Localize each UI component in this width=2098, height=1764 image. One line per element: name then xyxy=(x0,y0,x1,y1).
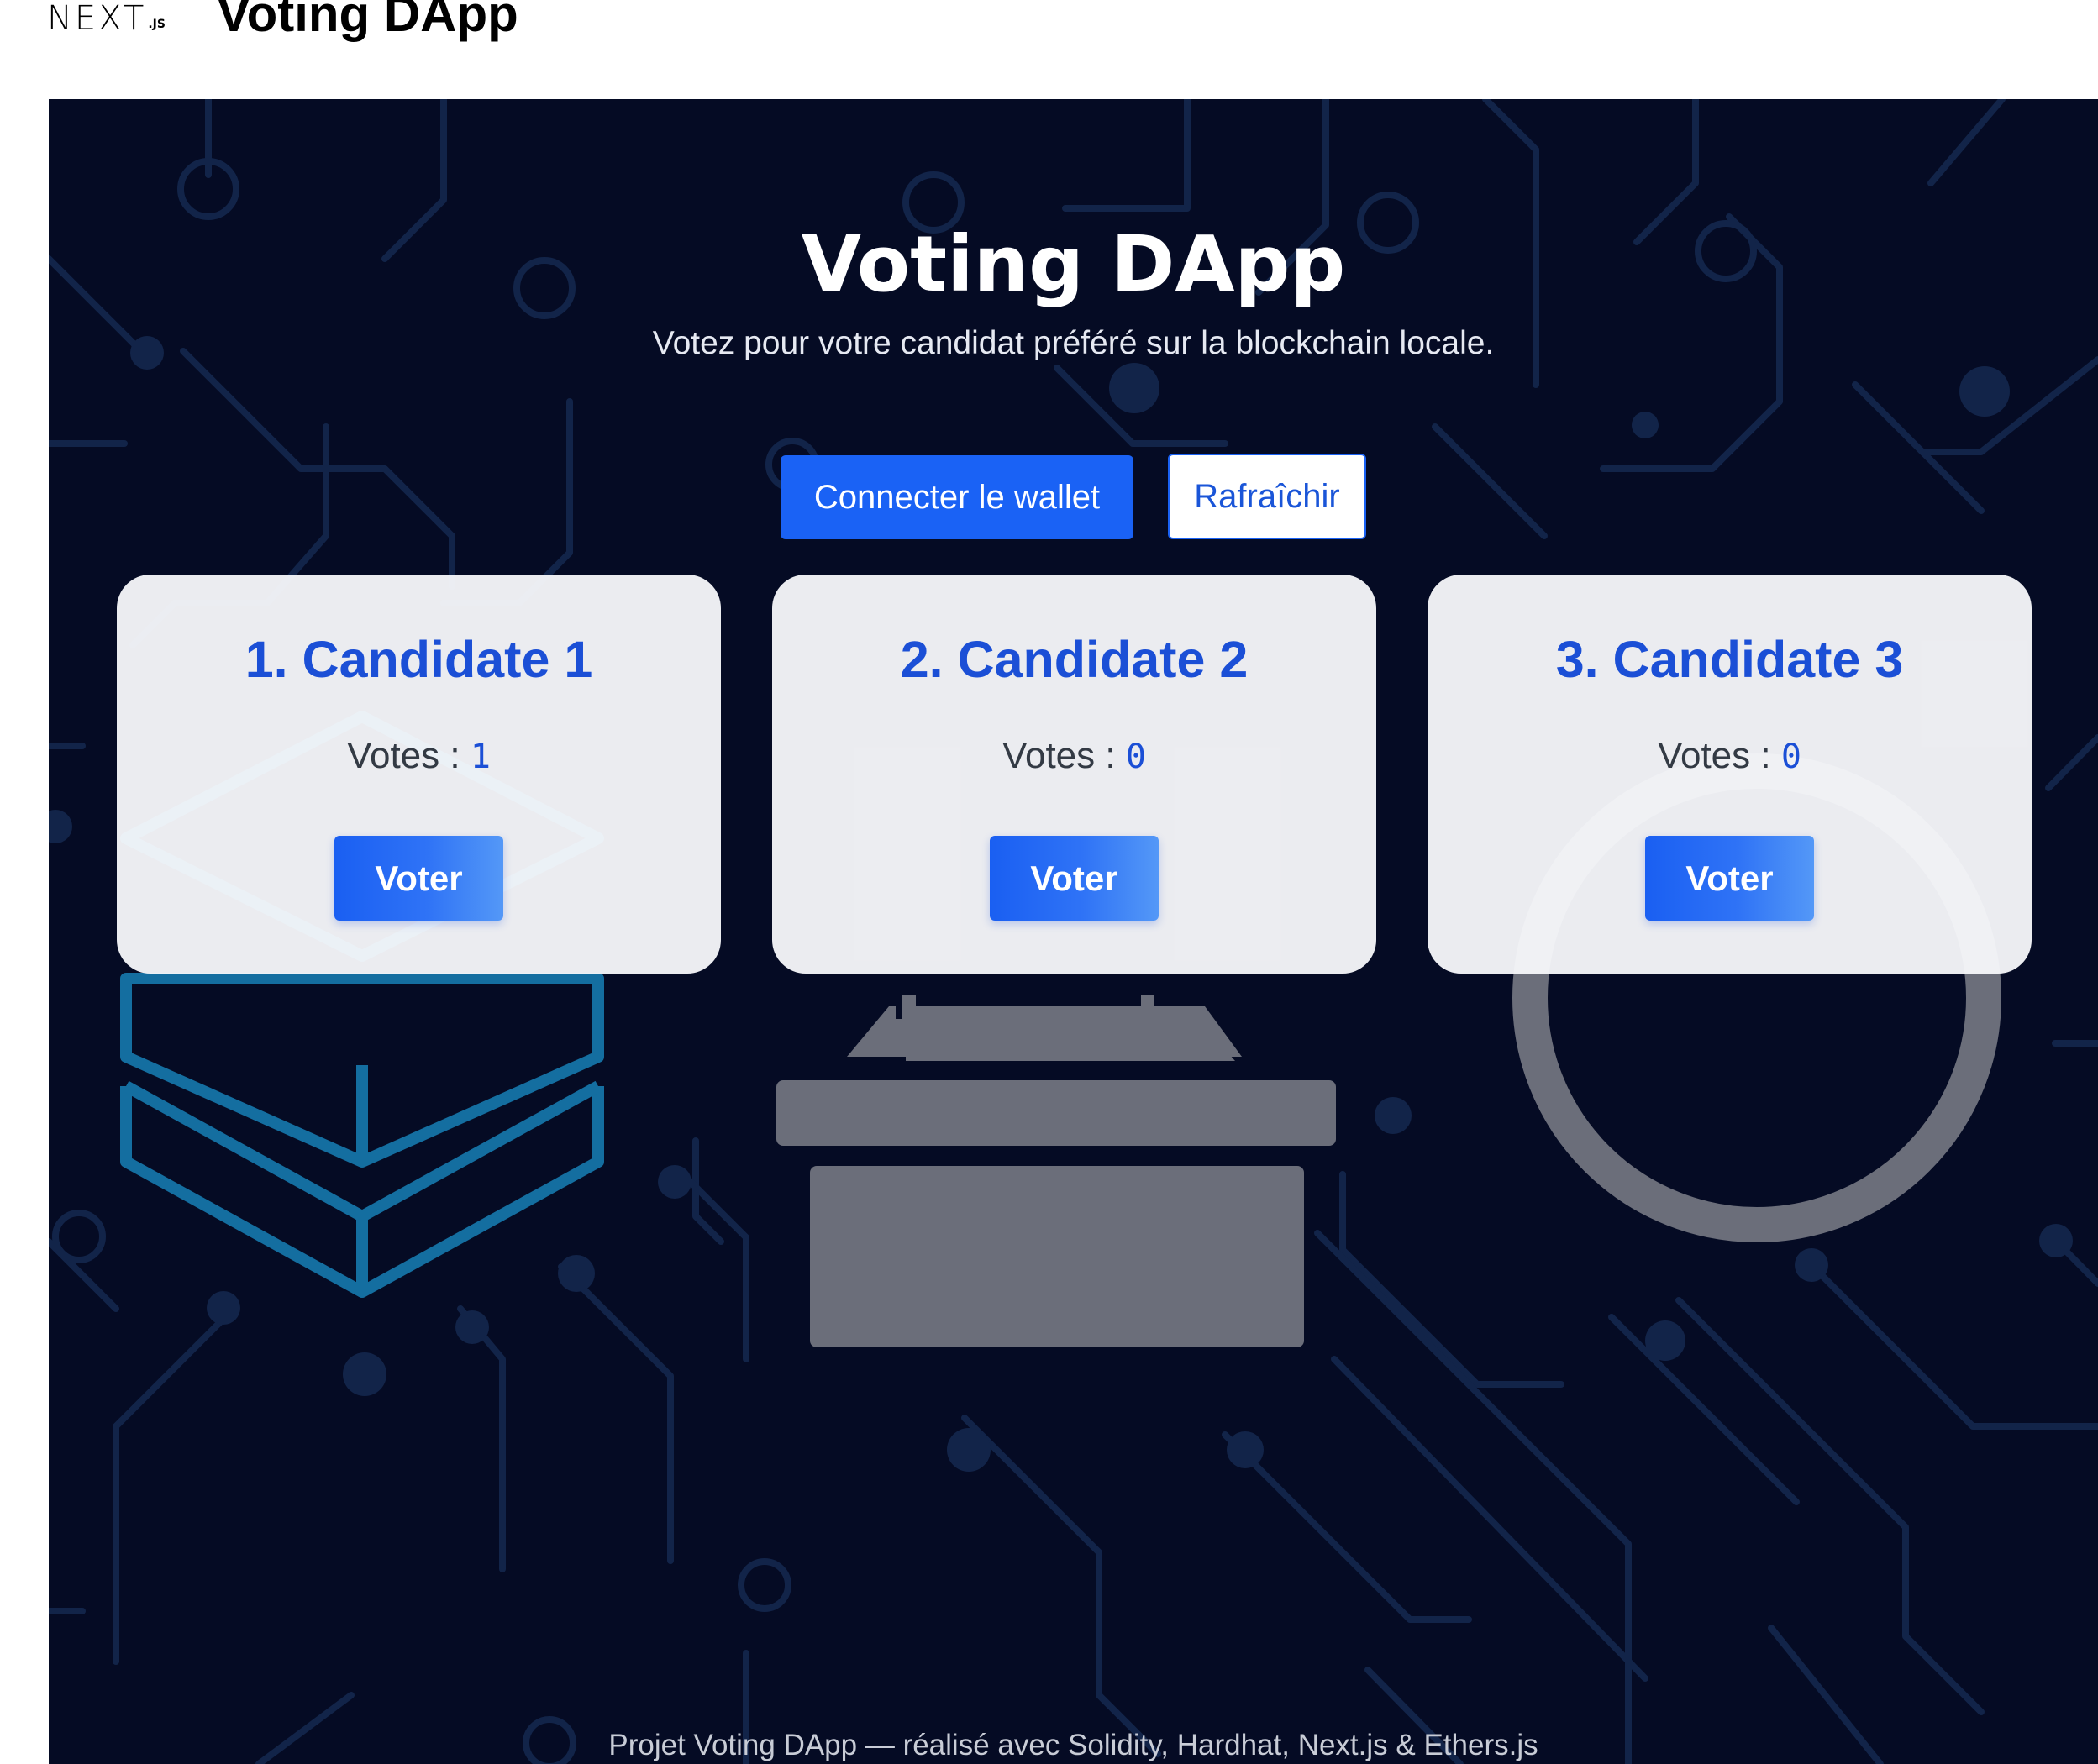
votes-label: Votes : xyxy=(1658,735,1781,776)
page-title: Voting DApp xyxy=(801,219,1346,309)
vote-button[interactable]: Voter xyxy=(334,836,503,921)
page-subtitle: Votez pour votre candidat préféré sur la… xyxy=(652,325,1495,361)
candidate-card: 1. Candidate 1 Votes : 1 Voter xyxy=(117,575,721,974)
vote-count: 0 xyxy=(1125,738,1146,776)
refresh-button[interactable]: Rafraîchir xyxy=(1168,454,1366,539)
logo-suffix: .JS xyxy=(148,18,166,31)
candidate-name: 2. Candidate 2 xyxy=(900,631,1249,688)
candidate-name: 3. Candidate 3 xyxy=(1555,631,1904,688)
candidate-card: 2. Candidate 2 Votes : 0 Voter xyxy=(772,575,1376,974)
connect-wallet-button[interactable]: Connecter le wallet xyxy=(781,455,1133,539)
votes-label: Votes : xyxy=(347,735,471,776)
nextjs-logo: NEXT .JS xyxy=(47,2,166,35)
vote-count-row: Votes : 1 xyxy=(117,732,721,780)
logo-text: NEXT xyxy=(47,0,147,38)
vote-button[interactable]: Voter xyxy=(1645,836,1814,921)
candidate-card: 3. Candidate 3 Votes : 0 Voter xyxy=(1428,575,2032,974)
votes-label: Votes : xyxy=(1002,735,1126,776)
footer-credits: Projet Voting DApp — réalisé avec Solidi… xyxy=(608,1729,1538,1761)
ballot-box-icon xyxy=(776,995,1336,1347)
app-header: NEXT .JS Voting DApp xyxy=(0,0,2098,99)
vote-count: 1 xyxy=(470,738,491,776)
candidate-name: 1. Candidate 1 xyxy=(245,631,593,688)
header-title: Voting DApp xyxy=(217,0,518,42)
vote-count: 0 xyxy=(1780,738,1801,776)
vote-count-row: Votes : 0 xyxy=(1428,732,2032,780)
vote-count-row: Votes : 0 xyxy=(772,732,1376,780)
vote-button[interactable]: Voter xyxy=(990,836,1159,921)
main-stage: Voting DApp Votez pour votre candidat pr… xyxy=(49,99,2098,1764)
